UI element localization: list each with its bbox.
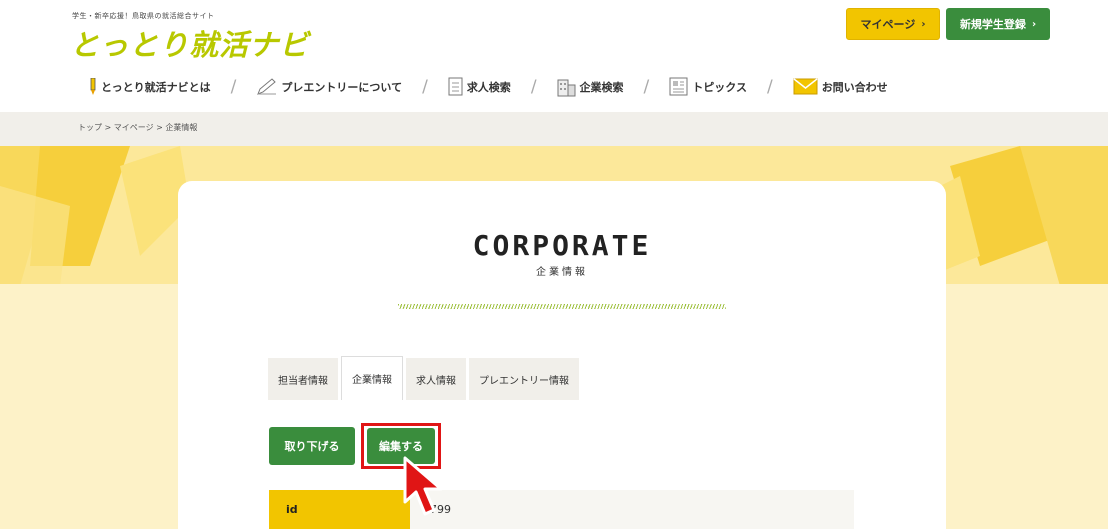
- nav-separator: /: [766, 77, 773, 97]
- nav-item-company-search[interactable]: 企業検索: [557, 77, 624, 97]
- nav-item-topics[interactable]: トピックス: [669, 77, 747, 97]
- site-header: 学生・新卒応援！鳥取県の就活総合サイト とっとり就活ナビ マイページ › 新規学…: [0, 0, 1108, 112]
- pencil-tip-icon: [88, 78, 98, 96]
- title-divider: [398, 304, 726, 309]
- tab-pre-entry-info[interactable]: プレエントリー情報: [469, 358, 579, 400]
- tab-job-info[interactable]: 求人情報: [406, 358, 466, 400]
- nav-separator: /: [530, 77, 537, 97]
- nav-label-topics: トピックス: [692, 81, 747, 94]
- table-row: id 799: [269, 490, 854, 529]
- nav-item-contact[interactable]: お問い合わせ: [793, 78, 888, 96]
- nav-separator: /: [422, 77, 428, 97]
- register-button-label: 新規学生登録: [959, 18, 1026, 31]
- mypage-button[interactable]: マイページ ›: [846, 8, 940, 40]
- student-register-button[interactable]: 新規学生登録 ›: [946, 8, 1050, 40]
- table-row-label: id: [269, 490, 410, 529]
- info-tabs: 担当者情報 企業情報 求人情報 プレエントリー情報: [268, 356, 582, 400]
- tab-contact-person[interactable]: 担当者情報: [268, 358, 338, 400]
- nav-label-pre-entry: プレエントリーについて: [281, 81, 403, 94]
- nav-label-job-search: 求人検索: [466, 81, 511, 94]
- nav-separator: /: [230, 77, 237, 97]
- global-nav: とっとり就活ナビとは / プレエントリーについて / 求人検索 / 企業検索 /: [88, 72, 888, 102]
- nav-label-company-search: 企業検索: [579, 81, 624, 94]
- nav-label-about: とっとり就活ナビとは: [101, 81, 211, 94]
- document-icon: [448, 77, 464, 97]
- table-row-value: 799: [410, 490, 854, 529]
- chevron-right-icon: ›: [1031, 18, 1037, 30]
- content-card: CORPORATE 企業情報 担当者情報 企業情報 求人情報 プレエントリー情報…: [178, 181, 946, 529]
- tab-company-info[interactable]: 企業情報: [341, 356, 403, 400]
- nav-label-contact: お問い合わせ: [821, 81, 888, 94]
- building-icon: [557, 77, 577, 97]
- site-logo[interactable]: とっとり就活ナビ: [70, 22, 309, 64]
- nav-item-about[interactable]: とっとり就活ナビとは: [88, 78, 211, 96]
- red-arrow-pointer-icon: [403, 456, 443, 516]
- breadcrumb[interactable]: トップ > マイページ > 企業情報: [78, 122, 197, 133]
- breadcrumb-bar: トップ > マイページ > 企業情報: [0, 112, 1108, 146]
- page-title: CORPORATE: [472, 229, 652, 262]
- page-subtitle: 企業情報: [536, 267, 588, 278]
- nav-separator: /: [643, 77, 650, 97]
- site-tagline: 学生・新卒応援！鳥取県の就活総合サイト: [72, 12, 215, 20]
- mypage-button-label: マイページ: [860, 18, 916, 31]
- withdraw-button[interactable]: 取り下げる: [269, 427, 355, 465]
- pen-icon: [256, 78, 278, 96]
- news-icon: [669, 77, 689, 97]
- nav-item-pre-entry[interactable]: プレエントリーについて: [256, 78, 402, 96]
- nav-item-job-search[interactable]: 求人検索: [448, 77, 511, 97]
- chevron-right-icon: ›: [921, 18, 926, 30]
- envelope-icon: [793, 78, 819, 96]
